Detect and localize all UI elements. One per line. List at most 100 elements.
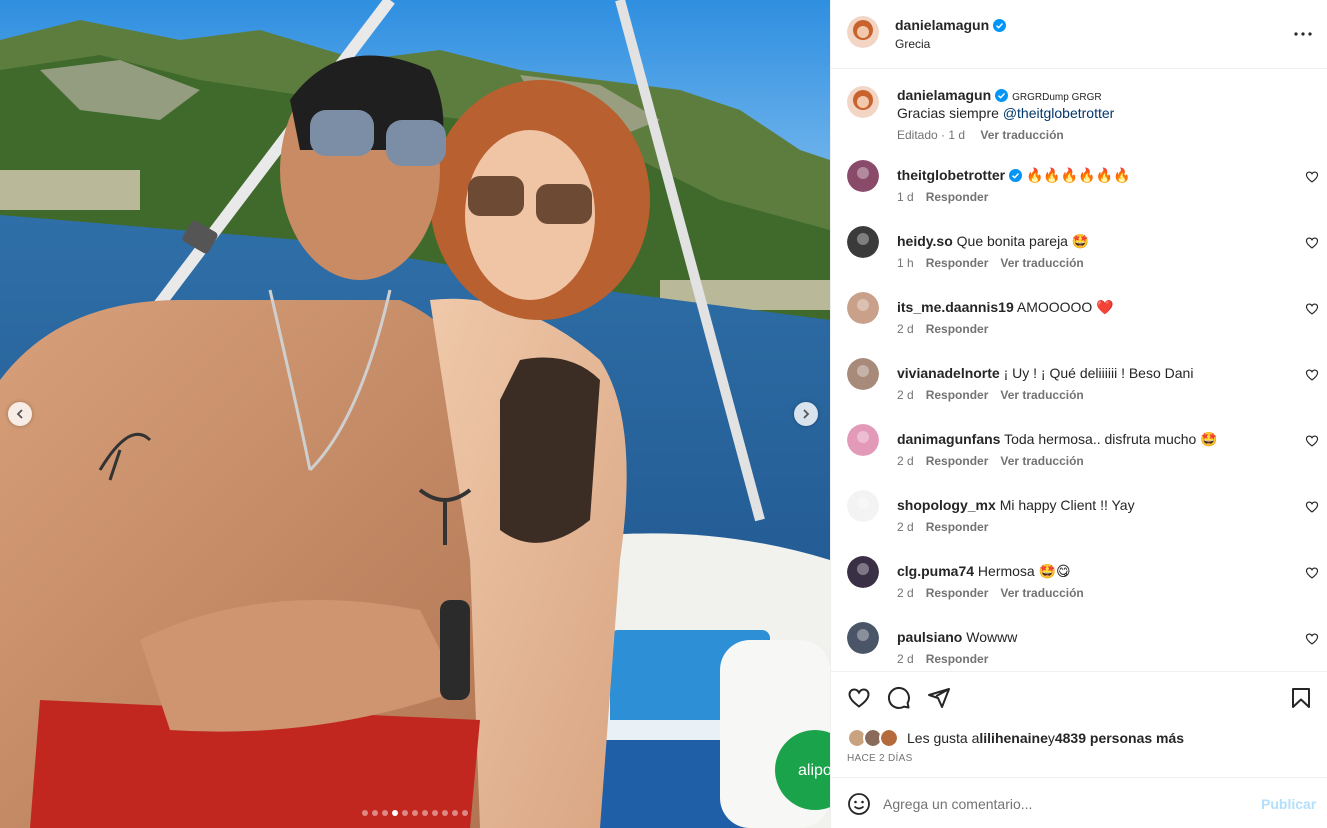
comment-like-heart-icon[interactable] xyxy=(1305,434,1319,448)
translate-link[interactable]: Ver traducción xyxy=(1000,256,1083,270)
comment-text: 🔥🔥🔥🔥🔥🔥 xyxy=(1026,167,1131,183)
verified-badge-icon xyxy=(1009,169,1023,182)
comment-text: AMOOOOO ❤️ xyxy=(1016,299,1114,315)
commenter-avatar[interactable] xyxy=(847,622,879,654)
like-heart-icon[interactable] xyxy=(847,686,871,710)
liker-username[interactable]: lilihenaine xyxy=(979,730,1047,746)
author-username[interactable]: danielamagun xyxy=(895,17,1007,33)
comment-time: 1 h xyxy=(897,256,914,270)
ellipsis-icon xyxy=(1294,32,1312,36)
reply-link[interactable]: Responder xyxy=(926,652,989,666)
verified-badge-icon xyxy=(993,19,1007,32)
carousel-indicator xyxy=(0,810,830,816)
likes-prefix: Les gusta a xyxy=(907,730,980,746)
carousel-prev-button[interactable] xyxy=(8,402,32,426)
reply-link[interactable]: Responder xyxy=(926,388,989,402)
verified-badge-icon xyxy=(995,89,1009,102)
comment-username[interactable]: paulsiano xyxy=(897,629,962,645)
likes-summary[interactable]: Les gusta a lilihenaine y 4839 personas … xyxy=(847,728,1184,748)
comments-list[interactable]: danielamagun GRGRDump GRGR Gracias siempr… xyxy=(831,70,1327,670)
emoji-icon[interactable] xyxy=(847,792,871,816)
caption-avatar[interactable] xyxy=(847,86,879,118)
comment-like-heart-icon[interactable] xyxy=(1305,368,1319,382)
commenter-avatar[interactable] xyxy=(847,556,879,588)
comment-text: Toda hermosa.. disfruta mucho 🤩 xyxy=(1004,431,1218,447)
post-location[interactable]: Grecia xyxy=(895,37,930,51)
comment-time: 2 d xyxy=(897,454,914,468)
comment-username[interactable]: danimagunfans xyxy=(897,431,1000,447)
commenter-avatar[interactable] xyxy=(847,358,879,390)
translate-link[interactable]: Ver traducción xyxy=(1000,388,1083,402)
more-options-button[interactable] xyxy=(1291,22,1315,46)
commenter-avatar[interactable] xyxy=(847,160,879,192)
caption-text: Gracias siempre xyxy=(897,105,1003,121)
caption-translate-link[interactable]: Ver traducción xyxy=(980,128,1063,142)
carousel-dot xyxy=(382,810,388,816)
commenter-avatar[interactable] xyxy=(847,292,879,324)
carousel-dot xyxy=(402,810,408,816)
save-bookmark-icon[interactable] xyxy=(1289,686,1313,710)
post-photo: alipo xyxy=(0,0,830,828)
comment-like-heart-icon[interactable] xyxy=(1305,566,1319,580)
author-avatar[interactable] xyxy=(847,16,879,48)
caption-mention-link[interactable]: @theitglobetrotter xyxy=(1003,105,1115,121)
reply-link[interactable]: Responder xyxy=(926,322,989,336)
comment-text: Hermosa 🤩😋 xyxy=(977,563,1071,579)
carousel-next-button[interactable] xyxy=(794,402,818,426)
reply-link[interactable]: Responder xyxy=(926,454,989,468)
carousel-dot xyxy=(432,810,438,816)
commenter-avatar[interactable] xyxy=(847,226,879,258)
comment-time: 2 d xyxy=(897,388,914,402)
translate-link[interactable]: Ver traducción xyxy=(1000,454,1083,468)
likes-middle: y xyxy=(1047,730,1055,746)
likers-avatars xyxy=(847,728,899,748)
comment-like-heart-icon[interactable] xyxy=(1305,500,1319,514)
comment-like-heart-icon[interactable] xyxy=(1305,632,1319,646)
comment-text: Wowww xyxy=(966,629,1018,645)
translate-link[interactable]: Ver traducción xyxy=(1000,586,1083,600)
caption-username[interactable]: danielamagun xyxy=(897,87,991,103)
post-media[interactable]: alipo xyxy=(0,0,830,828)
caption-edited: Editado · 1 d xyxy=(897,128,966,142)
reply-link[interactable]: Responder xyxy=(926,586,989,600)
commenter-avatar[interactable] xyxy=(847,490,879,522)
comment-like-heart-icon[interactable] xyxy=(1305,302,1319,316)
comment-username[interactable]: shopology_mx xyxy=(897,497,996,513)
comment-like-heart-icon[interactable] xyxy=(1305,170,1319,184)
comment-time: 2 d xyxy=(897,520,914,534)
publish-button[interactable]: Publicar xyxy=(1261,796,1316,812)
comment-time: 2 d xyxy=(897,652,914,666)
cooler-brand-text: alipo xyxy=(798,762,830,779)
comment-input[interactable] xyxy=(883,793,1243,815)
carousel-dot xyxy=(422,810,428,816)
reply-link[interactable]: Responder xyxy=(926,256,989,270)
add-comment-bar: Publicar xyxy=(831,777,1327,828)
post-date: HACE 2 DÍAS xyxy=(847,753,913,764)
carousel-dot xyxy=(412,810,418,816)
comment-text: Mi happy Client !! Yay xyxy=(999,497,1135,513)
carousel-dot xyxy=(442,810,448,816)
comment-time: 2 d xyxy=(897,586,914,600)
carousel-dot xyxy=(452,810,458,816)
comment-like-heart-icon[interactable] xyxy=(1305,236,1319,250)
reply-link[interactable]: Responder xyxy=(926,190,989,204)
comment-text: Que bonita pareja 🤩 xyxy=(956,233,1090,249)
comment-username[interactable]: heidy.so xyxy=(897,233,953,249)
comment-text: ¡ Uy ! ¡ Qué deliiiiii ! Beso Dani xyxy=(1003,365,1194,381)
carousel-dot xyxy=(462,810,468,816)
reply-link[interactable]: Responder xyxy=(926,520,989,534)
comment-username[interactable]: clg.puma74 xyxy=(897,563,974,579)
comment-username[interactable]: theitglobetrotter xyxy=(897,167,1005,183)
post-side-panel: danielamagun Grecia danielamagun GRGRDump… xyxy=(830,0,1327,828)
comment-bubble-icon[interactable] xyxy=(887,686,911,710)
comment-time: 1 d xyxy=(897,190,914,204)
share-paper-plane-icon[interactable] xyxy=(927,686,951,710)
comment-username[interactable]: its_me.daannis19 xyxy=(897,299,1014,315)
caption-tag: GRGRDump GRGR xyxy=(1012,92,1102,103)
carousel-dot xyxy=(392,810,398,816)
commenter-avatar[interactable] xyxy=(847,424,879,456)
chevron-right-icon xyxy=(803,409,810,419)
likes-others-count[interactable]: 4839 personas más xyxy=(1055,730,1184,746)
comment-username[interactable]: vivianadelnorte xyxy=(897,365,1000,381)
post-header: danielamagun Grecia xyxy=(831,0,1327,69)
